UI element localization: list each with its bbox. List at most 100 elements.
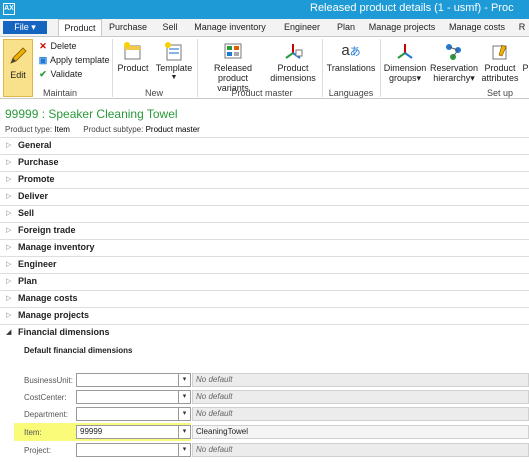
- edit-label: Edit: [10, 70, 26, 80]
- fasttab-label: Plan: [18, 276, 38, 286]
- fasttab-foreign-trade[interactable]: ▷ Foreign trade: [0, 222, 529, 239]
- translations-button[interactable]: aあ Translations: [326, 39, 376, 87]
- variants-label-line1: Released product: [213, 63, 253, 83]
- variants-grid-icon: [224, 43, 242, 59]
- chevron-down-icon[interactable]: ▾: [179, 443, 191, 457]
- fasttab-sell[interactable]: ▷ Sell: [0, 205, 529, 222]
- expand-arrow-icon: ▷: [6, 295, 12, 302]
- new-product-icon: [124, 42, 141, 60]
- field-label: BusinessUnit:: [24, 376, 73, 385]
- released-product-variants-button[interactable]: Released product variants: [200, 39, 266, 93]
- fasttab-label: Engineer: [18, 259, 57, 269]
- fasttab-label: Promote: [18, 174, 55, 184]
- chevron-down-icon[interactable]: ▾: [179, 425, 191, 439]
- tab-manage-inventory[interactable]: Manage inventory: [190, 19, 270, 36]
- dimension-row-businessunit: BusinessUnit: ▾ No default: [0, 372, 529, 389]
- product-attributes-button[interactable]: Product attributes: [480, 39, 520, 87]
- expand-arrow-icon: ▷: [6, 278, 12, 285]
- product-subtype-label: Product subtype:: [83, 125, 144, 134]
- dimension-groups-icon: [397, 44, 413, 59]
- fasttab-label: Manage projects: [18, 310, 90, 320]
- fasttab-manage-projects[interactable]: ▷ Manage projects: [0, 307, 529, 324]
- validate-button[interactable]: ✔ Validate: [38, 68, 82, 80]
- tab-overflow[interactable]: R: [516, 19, 528, 36]
- attributes-line1: Product: [484, 63, 516, 73]
- pencil-icon: [10, 47, 27, 64]
- translations-label: Translations: [326, 63, 376, 73]
- item-field[interactable]: 99999: [76, 425, 179, 439]
- reservation-line1: Reservation: [430, 63, 479, 73]
- tab-manage-costs[interactable]: Manage costs: [446, 19, 508, 36]
- product-subtype-value: Product master: [145, 125, 200, 134]
- expand-arrow-icon: ▷: [6, 227, 12, 234]
- chevron-down-icon[interactable]: ▾: [179, 390, 191, 404]
- new-product-button[interactable]: Product: [116, 39, 150, 87]
- dimension-row-project: Project: ▾ No default: [0, 442, 529, 459]
- attributes-icon: [492, 44, 507, 60]
- group-separator: [380, 39, 381, 97]
- overflow-button[interactable]: P: [522, 39, 529, 87]
- product-meta: Product type: Item Product subtype: Prod…: [5, 125, 200, 134]
- dimension-row-item: Item: 99999 ▾ CleaningTowel: [0, 424, 529, 441]
- record-header: 99999 : Speaker Cleaning Towel Product t…: [0, 99, 529, 135]
- product-dimensions-button[interactable]: Product dimensions: [270, 39, 316, 87]
- group-title-product-master: Product master: [231, 88, 293, 98]
- expand-arrow-icon: ▷: [6, 142, 12, 149]
- field-description: No default: [192, 407, 529, 421]
- fasttab-label: Foreign trade: [18, 225, 76, 235]
- fasttab-engineer[interactable]: ▷ Engineer: [0, 256, 529, 273]
- field-label: Project:: [24, 446, 52, 455]
- costcenter-field[interactable]: [76, 390, 179, 404]
- fasttab-deliver[interactable]: ▷ Deliver: [0, 188, 529, 205]
- dimensions-label-line2: dimensions: [270, 73, 316, 83]
- field-label: CostCenter:: [24, 393, 67, 402]
- reservation-hierarchy-button[interactable]: Reservation hierarchy▾: [430, 39, 478, 87]
- fasttab-label: Deliver: [18, 191, 49, 201]
- fasttab-financial-dimensions[interactable]: ◢ Financial dimensions: [0, 324, 529, 341]
- project-field[interactable]: [76, 443, 179, 457]
- group-separator: [112, 39, 113, 97]
- tab-plan[interactable]: Plan: [332, 19, 360, 36]
- chevron-down-icon[interactable]: ▾: [179, 373, 191, 387]
- dimension-row-costcenter: CostCenter: ▾ No default: [0, 389, 529, 406]
- fasttab-manage-costs[interactable]: ▷ Manage costs: [0, 290, 529, 307]
- field-description: No default: [192, 390, 529, 404]
- tab-file[interactable]: File ▾: [3, 21, 47, 34]
- expand-arrow-icon: ▷: [6, 244, 12, 251]
- tab-purchase[interactable]: Purchase: [106, 19, 150, 36]
- dimension-groups-line1: Dimension: [383, 63, 427, 73]
- fasttab-promote[interactable]: ▷ Promote: [0, 171, 529, 188]
- dimension-groups-line2: groups▾: [388, 73, 422, 83]
- fasttab-purchase[interactable]: ▷ Purchase: [0, 154, 529, 171]
- dimension-groups-button[interactable]: Dimension groups▾: [382, 39, 428, 87]
- tab-sell[interactable]: Sell: [156, 19, 184, 36]
- field-description: CleaningTowel: [192, 425, 529, 439]
- field-label: Department:: [24, 410, 69, 419]
- delete-icon: ✕: [39, 41, 47, 51]
- apply-template-label: Apply template: [50, 55, 110, 65]
- dimensions-label-line1: Product: [277, 63, 309, 73]
- fasttab-general[interactable]: ▷ General: [0, 137, 529, 154]
- businessunit-field[interactable]: [76, 373, 179, 387]
- fasttab-plan[interactable]: ▷ Plan: [0, 273, 529, 290]
- template-button[interactable]: Template ▼: [154, 39, 194, 87]
- product-type-value: Item: [54, 125, 70, 134]
- delete-button[interactable]: ✕ Delete: [38, 40, 76, 52]
- expand-arrow-icon: ▷: [6, 312, 12, 319]
- expand-arrow-icon: ▷: [6, 193, 12, 200]
- window-title: Released product details (1 - usmf) - Pr…: [310, 2, 514, 14]
- field-description: No default: [192, 373, 529, 387]
- title-bar: AX Released product details (1 - usmf) -…: [0, 0, 529, 19]
- fasttab-label: Manage inventory: [18, 242, 95, 252]
- tab-engineer[interactable]: Engineer: [278, 19, 326, 36]
- chevron-down-icon[interactable]: ▾: [179, 407, 191, 421]
- collapse-arrow-icon: ◢: [6, 329, 12, 336]
- fasttab-manage-inventory[interactable]: ▷ Manage inventory: [0, 239, 529, 256]
- reservation-line2: hierarchy▾: [433, 73, 475, 83]
- tab-manage-projects[interactable]: Manage projects: [366, 19, 438, 36]
- department-field[interactable]: [76, 407, 179, 421]
- tab-product[interactable]: Product: [58, 19, 102, 37]
- apply-template-button[interactable]: ▣ Apply template: [38, 54, 110, 66]
- fasttab-label: Financial dimensions: [18, 327, 110, 337]
- dimension-row-department: Department: ▾ No default: [0, 406, 529, 423]
